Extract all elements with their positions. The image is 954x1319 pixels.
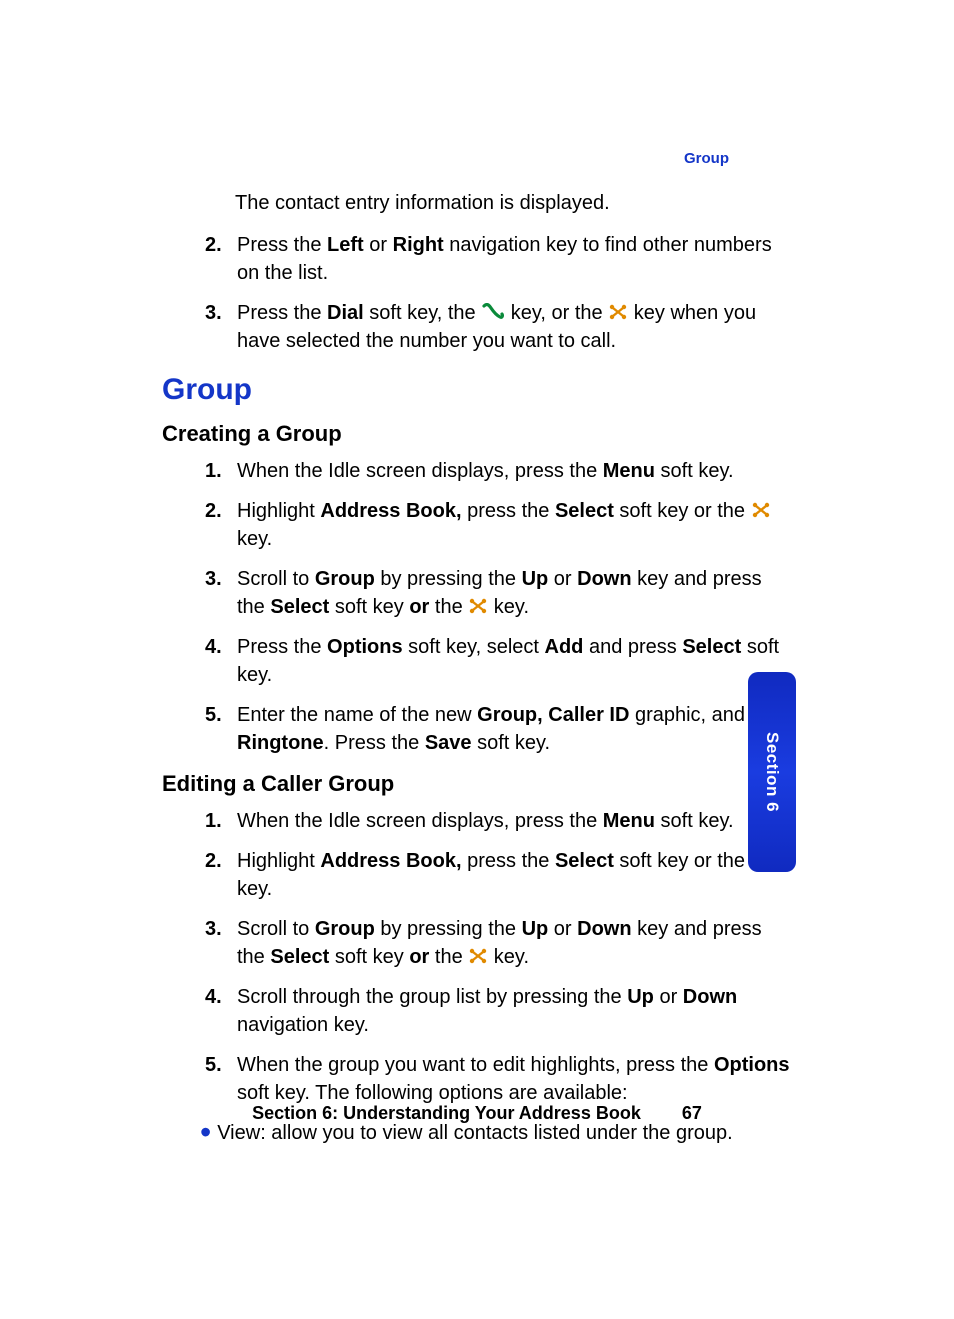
page-content: The contact entry information is display…: [160, 150, 794, 1147]
bold-text: Address Book,: [320, 850, 461, 872]
x-key-icon: [751, 501, 771, 519]
step-number: 3.: [205, 299, 222, 327]
list-item: 3.Scroll to Group by pressing the Up or …: [205, 565, 794, 621]
running-header: Group: [684, 150, 729, 167]
bold-text: Menu: [603, 460, 655, 482]
section-tab-label: Section 6: [762, 732, 782, 812]
bold-text: Up: [522, 568, 549, 590]
bold-text: Left: [327, 234, 364, 256]
footer-section-title: Section 6: Understanding Your Address Bo…: [252, 1103, 641, 1123]
list-item: 2.Highlight Address Book, press the Sele…: [205, 497, 794, 553]
intro-text: The contact entry information is display…: [235, 190, 794, 217]
list-item: 3.Scroll to Group by pressing the Up or …: [205, 915, 794, 971]
bold-text: Group: [315, 568, 375, 590]
step-number: 1.: [205, 807, 222, 835]
bold-text: Select: [682, 636, 741, 658]
list-item: 4.Press the Options soft key, select Add…: [205, 633, 794, 689]
x-key-icon: [468, 597, 488, 615]
bold-text: Up: [627, 986, 654, 1008]
list-item: 2.Press the Left or Right navigation key…: [205, 231, 794, 287]
bold-text: Select: [555, 850, 614, 872]
bullet-text: View: allow you to view all contacts lis…: [217, 1122, 732, 1144]
bold-text: Down: [683, 986, 737, 1008]
step-number: 5.: [205, 1051, 222, 1079]
top-step-list: 2.Press the Left or Right navigation key…: [205, 231, 794, 355]
step-number: 2.: [205, 231, 222, 259]
section-tab: Section 6: [748, 672, 796, 872]
step-number: 3.: [205, 565, 222, 593]
bold-text: Menu: [603, 810, 655, 832]
step-number: 3.: [205, 915, 222, 943]
bold-text: Dial: [327, 302, 364, 324]
bold-text: Address Book,: [320, 500, 461, 522]
list-item: 1.When the Idle screen displays, press t…: [205, 457, 794, 485]
list-item: 5.When the group you want to edit highli…: [205, 1051, 794, 1107]
step-number: 1.: [205, 457, 222, 485]
list-item: 3.Press the Dial soft key, the key, or t…: [205, 299, 794, 355]
step-number: 2.: [205, 847, 222, 875]
bold-text: Add: [545, 636, 584, 658]
bold-text: Up: [522, 918, 549, 940]
list-item: 2.Highlight Address Book, press the Sele…: [205, 847, 794, 903]
bold-text: Select: [270, 596, 329, 618]
step-number: 5.: [205, 701, 222, 729]
x-key-icon: [468, 947, 488, 965]
bold-text: Select: [555, 500, 614, 522]
subheading-creating-group: Creating a Group: [162, 421, 794, 447]
editing-step-list: 1.When the Idle screen displays, press t…: [205, 807, 794, 1107]
bold-text: Ringtone: [237, 732, 324, 754]
page-footer: Section 6: Understanding Your Address Bo…: [0, 1103, 954, 1124]
bold-text: Save: [425, 732, 472, 754]
bold-text: Options: [714, 1054, 790, 1076]
creating-step-list: 1.When the Idle screen displays, press t…: [205, 457, 794, 757]
subheading-editing-group: Editing a Caller Group: [162, 771, 794, 797]
list-item: 5.Enter the name of the new Group, Calle…: [205, 701, 794, 757]
bold-text: Right: [393, 234, 444, 256]
list-item: 1.When the Idle screen displays, press t…: [205, 807, 794, 835]
page-number: 67: [682, 1103, 702, 1123]
section-heading-group: Group: [162, 373, 794, 407]
phone-icon: [481, 303, 505, 321]
bold-text: or: [409, 596, 429, 618]
step-number: 4.: [205, 633, 222, 661]
bold-text: Select: [270, 946, 329, 968]
bold-text: Group: [315, 918, 375, 940]
step-number: 2.: [205, 497, 222, 525]
bold-text: Group, Caller ID: [477, 704, 629, 726]
list-item: 4.Scroll through the group list by press…: [205, 983, 794, 1039]
bold-text: Down: [577, 568, 631, 590]
bold-text: Down: [577, 918, 631, 940]
x-key-icon: [608, 303, 628, 321]
bold-text: or: [409, 946, 429, 968]
step-number: 4.: [205, 983, 222, 1011]
bold-text: Options: [327, 636, 403, 658]
